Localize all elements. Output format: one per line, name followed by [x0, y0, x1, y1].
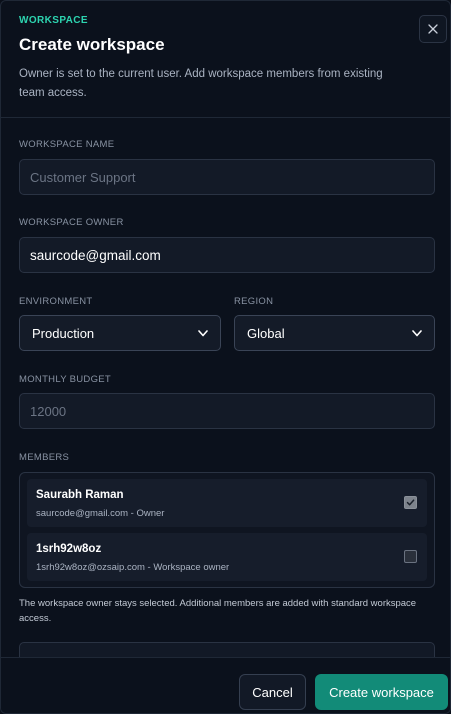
close-button[interactable]: [419, 15, 447, 43]
chevron-down-icon: [412, 329, 422, 336]
member-detail: 1srh92w8oz@ozsaip.com - Workspace owner: [36, 562, 230, 573]
region-label: REGION: [234, 296, 274, 307]
dialog-eyebrow: WORKSPACE: [19, 15, 88, 26]
workspace-owner-value: saurcode@gmail.com: [30, 247, 161, 263]
environment-select[interactable]: Production: [19, 315, 221, 351]
workspace-name-placeholder: Customer Support: [30, 169, 136, 185]
member-checkbox[interactable]: [404, 496, 417, 509]
workspace-owner-label: WORKSPACE OWNER: [19, 217, 124, 228]
member-name: 1srh92w8oz: [36, 543, 102, 555]
monthly-budget-label: MONTHLY BUDGET: [19, 374, 111, 385]
cancel-button[interactable]: Cancel: [239, 674, 306, 710]
chevron-down-icon: [198, 329, 208, 336]
additional-field[interactable]: [19, 642, 435, 657]
workspace-owner-input[interactable]: saurcode@gmail.com: [19, 237, 435, 273]
dialog-footer: Cancel Create workspace: [1, 657, 450, 713]
close-icon: [428, 24, 438, 34]
member-name: Saurabh Raman: [36, 489, 124, 501]
create-workspace-dialog: WORKSPACE Create workspace Owner is set …: [0, 0, 451, 714]
dialog-subtitle: Owner is set to the current user. Add wo…: [19, 68, 383, 99]
member-detail: saurcode@gmail.com - Owner: [36, 508, 165, 519]
region-value: Global: [247, 325, 285, 341]
members-list: Saurabh Raman saurcode@gmail.com - Owner…: [19, 472, 435, 588]
monthly-budget-input[interactable]: 12000: [19, 393, 435, 429]
workspace-name-input[interactable]: Customer Support: [19, 159, 435, 195]
dialog-header: WORKSPACE Create workspace Owner is set …: [1, 1, 450, 118]
workspace-name-label: WORKSPACE NAME: [19, 139, 115, 150]
members-hint: The workspace owner stays selected. Addi…: [19, 598, 417, 624]
environment-label: ENVIRONMENT: [19, 296, 93, 307]
member-row[interactable]: Saurabh Raman saurcode@gmail.com - Owner: [27, 479, 427, 527]
region-select[interactable]: Global: [234, 315, 435, 351]
monthly-budget-placeholder: 12000: [30, 403, 67, 419]
member-checkbox[interactable]: [404, 550, 417, 563]
environment-value: Production: [32, 325, 95, 341]
members-label: MEMBERS: [19, 452, 70, 463]
dialog-title: Create workspace: [19, 35, 165, 54]
member-row[interactable]: 1srh92w8oz 1srh92w8oz@ozsaip.com - Works…: [27, 533, 427, 581]
checkmark-icon: [406, 499, 415, 506]
create-workspace-button[interactable]: Create workspace: [315, 674, 448, 710]
dialog-body[interactable]: WORKSPACE NAME Customer Support WORKSPAC…: [1, 119, 450, 657]
